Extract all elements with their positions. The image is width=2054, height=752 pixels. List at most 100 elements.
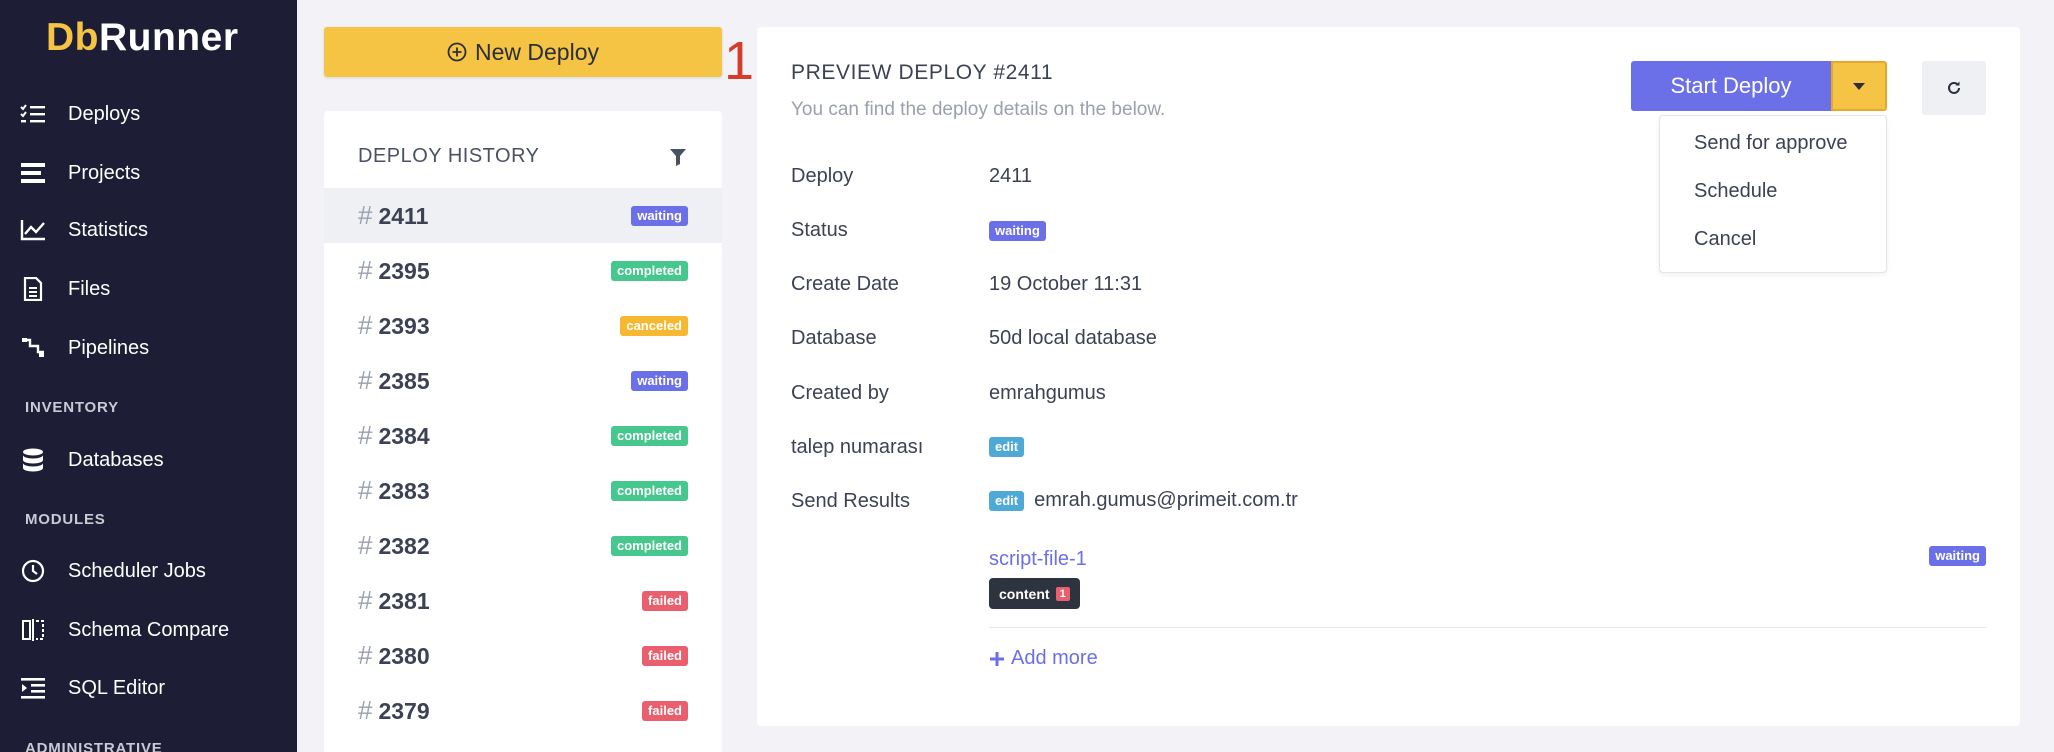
logo-db-text: Db [46, 16, 99, 59]
sidebar-item-statistics[interactable]: Statistics [0, 208, 297, 252]
menu-item-schedule[interactable]: Schedule [1694, 180, 1777, 203]
database-icon [20, 447, 46, 473]
logo-runner-text: Runner [99, 16, 239, 59]
status-badge: waiting [631, 205, 688, 226]
field-value-talep-numarasi: edit [989, 437, 1025, 457]
script-status-badge: waiting [1929, 546, 1986, 566]
status-badge: waiting [631, 370, 688, 391]
status-badge: completed [610, 480, 688, 501]
start-deploy-dropdown-menu: Send for approve Schedule Cancel [1659, 115, 1887, 273]
preview-deploy-panel: PREVIEW DEPLOY #2411 You can find the de… [757, 27, 2020, 726]
status-badge: completed [610, 535, 688, 556]
history-row-2393[interactable]: #2393 canceled [324, 298, 722, 353]
history-row-2385[interactable]: #2385 waiting [324, 353, 722, 408]
sidebar-item-pipelines[interactable]: Pipelines [0, 326, 297, 370]
pipeline-icon [20, 335, 46, 361]
new-deploy-button[interactable]: New Deploy [324, 27, 722, 77]
hash-symbol: # [358, 365, 373, 395]
deploy-history-title: DEPLOY HISTORY [358, 145, 540, 167]
field-label-database: Database [791, 327, 877, 349]
status-badge: failed [642, 645, 688, 666]
refresh-icon [1946, 80, 1962, 96]
status-badge: completed [610, 260, 688, 281]
history-row-2380[interactable]: #2380 failed [324, 628, 722, 683]
nav-section-administrative: ADMINISTRATIVE [25, 740, 163, 752]
hash-symbol: # [358, 310, 373, 340]
plus-circle-icon [447, 42, 467, 62]
history-row-id: 2382 [378, 533, 430, 559]
status-badge: canceled [620, 315, 688, 336]
sidebar-item-scheduler-jobs[interactable]: Scheduler Jobs [0, 549, 297, 593]
sidebar-item-deploys[interactable]: Deploys [0, 92, 297, 136]
history-row-2384[interactable]: #2384 completed [324, 408, 722, 463]
content-button[interactable]: content 1 [989, 578, 1080, 609]
hash-symbol: # [358, 200, 373, 230]
history-row-2395[interactable]: #2395 completed [324, 243, 722, 298]
history-row-number: #2382 [358, 530, 430, 561]
history-row-number: #2411 [358, 200, 428, 231]
sidebar-item-label: Scheduler Jobs [68, 559, 206, 582]
sidebar-item-files[interactable]: Files [0, 267, 297, 311]
hash-symbol: # [358, 640, 373, 670]
filter-icon[interactable] [670, 148, 686, 171]
field-value-database: 50d local database [989, 327, 1157, 349]
history-row-2381[interactable]: #2381 failed [324, 573, 722, 628]
annotation-1: 1 [724, 31, 755, 91]
sidebar-item-label: Projects [68, 161, 141, 184]
caret-down-icon [1853, 82, 1865, 90]
refresh-button[interactable] [1922, 61, 1986, 115]
edit-button[interactable]: edit [989, 490, 1025, 511]
hash-symbol: # [358, 530, 373, 560]
hash-symbol: # [358, 420, 373, 450]
field-label-send-results: Send Results [791, 490, 910, 512]
field-label-create-date: Create Date [791, 273, 899, 295]
history-row-number: #2385 [358, 365, 430, 396]
start-deploy-button[interactable]: Start Deploy [1631, 61, 1831, 111]
send-results-email: emrah.gumus@primeit.com.tr [1034, 489, 1298, 511]
sidebar-item-label: SQL Editor [68, 676, 166, 699]
sidebar-item-label: Schema Compare [68, 618, 230, 641]
sidebar-item-label: Files [68, 277, 111, 300]
bars-icon [20, 160, 46, 186]
history-row-2383[interactable]: #2383 completed [324, 463, 722, 518]
menu-item-send-for-approve[interactable]: Send for approve [1694, 132, 1847, 155]
sidebar-item-databases[interactable]: Databases [0, 438, 297, 482]
sidebar: DbRunner Deploys Projects Statistics Fil… [0, 0, 297, 752]
edit-button[interactable]: edit [989, 437, 1025, 457]
history-row-2379[interactable]: #2379 failed [324, 683, 722, 738]
sidebar-item-projects[interactable]: Projects [0, 151, 297, 195]
history-row-2411[interactable]: #2411 waiting [324, 188, 722, 243]
hash-symbol: # [358, 255, 373, 285]
history-row-id: 2381 [378, 588, 430, 614]
nav-section-inventory: INVENTORY [25, 399, 119, 416]
sidebar-item-sql-editor[interactable]: SQL Editor [0, 666, 297, 710]
sidebar-item-schema-compare[interactable]: Schema Compare [0, 608, 297, 652]
history-row-id: 2393 [378, 313, 430, 339]
history-row-2382[interactable]: #2382 completed [324, 518, 722, 573]
status-badge: waiting [989, 221, 1046, 241]
divider [989, 627, 1986, 628]
plus-icon [989, 651, 1005, 667]
history-row-number: #2381 [358, 585, 430, 616]
content-label: content [999, 585, 1050, 602]
field-label-talep-numarasi: talep numarası [791, 436, 924, 458]
history-row-id: 2380 [378, 643, 430, 669]
history-row-number: #2393 [358, 310, 430, 341]
status-badge: completed [610, 425, 688, 446]
status-badge: failed [642, 700, 688, 721]
file-icon [20, 276, 46, 302]
start-deploy-dropdown-toggle[interactable] [1831, 61, 1887, 111]
field-value-status: waiting [989, 221, 1046, 241]
sidebar-item-label: Pipelines [68, 336, 150, 359]
field-value-created-by: emrahgumus [989, 382, 1106, 404]
history-row-number: #2380 [358, 640, 430, 671]
script-file-link[interactable]: script-file-1 [989, 548, 1087, 571]
field-label-status: Status [791, 219, 848, 241]
new-deploy-label: New Deploy [475, 38, 599, 65]
history-row-id: 2384 [378, 423, 430, 449]
menu-item-cancel[interactable]: Cancel [1694, 228, 1756, 251]
clock-icon [20, 558, 46, 584]
app-logo[interactable]: DbRunner [46, 16, 239, 60]
nav-section-modules: MODULES [25, 511, 106, 528]
add-more-link[interactable]: Add more [989, 647, 1098, 670]
